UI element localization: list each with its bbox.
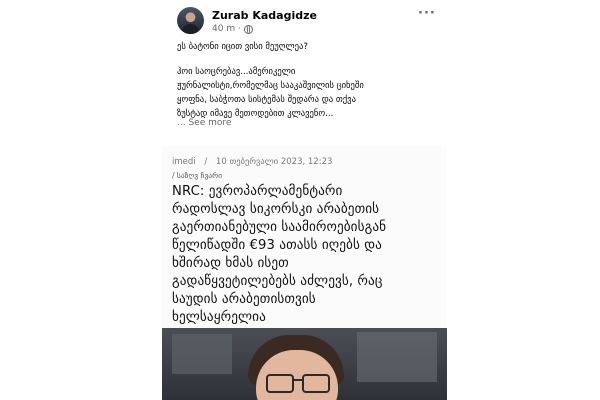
globe-icon bbox=[243, 24, 253, 34]
avatar[interactable] bbox=[177, 7, 204, 34]
article-category[interactable]: საზღვ ჩვარი bbox=[177, 171, 222, 180]
see-more-link[interactable]: ... See more bbox=[177, 118, 231, 128]
post-time[interactable]: 40 m bbox=[212, 24, 235, 34]
headline-line: ხელსაყრელია bbox=[172, 310, 266, 325]
screenshot-panel: Zurab Kadagidze 40 m · ··· ეს ბატონი იცი… bbox=[162, 0, 447, 400]
category-separator: / bbox=[172, 171, 175, 180]
post-author[interactable]: Zurab Kadagidze bbox=[212, 9, 317, 22]
headline-line: NRC: ევროპარლამენტარი bbox=[172, 184, 343, 199]
post-meta: 40 m · bbox=[212, 24, 253, 34]
headline-line: რადოსლავ სიკორსკი არაბეთის bbox=[172, 202, 380, 217]
article-photo bbox=[162, 328, 447, 400]
headline-line: გაერთიანებული საამიროებისგან bbox=[172, 220, 387, 235]
article-category-row: / საზღვ ჩვარი bbox=[172, 171, 222, 180]
post-line: ჰოი საოცრებავ...ამერიკელი bbox=[177, 67, 296, 77]
headline-line: გადაწყვეტილებებს აძლევს, რაც bbox=[172, 274, 383, 289]
article-source[interactable]: imedi bbox=[172, 157, 196, 167]
post-line: ჟურნალისტი,რომელმაც სააკაშვილის ციხეში bbox=[177, 81, 364, 91]
post-line: ყოფნა, საბჭოთა სისტემას შედარა და თქვა bbox=[177, 95, 356, 105]
more-options-icon[interactable]: ··· bbox=[418, 6, 436, 21]
headline-line: წელიწადში €93 ათასს იღებს და bbox=[172, 238, 382, 253]
article-source-row: imedi / 10 თებერვალი 2023, 12:23 bbox=[172, 157, 332, 167]
article-date: 10 თებერვალი 2023, 12:23 bbox=[215, 157, 333, 167]
source-separator: / bbox=[204, 157, 208, 167]
headline-line: ხშირად ხმას ისეთ bbox=[172, 256, 289, 271]
facebook-post: Zurab Kadagidze 40 m · ··· ეს ბატონი იცი… bbox=[162, 0, 447, 146]
headline-line: საუდის არაბეთისთვის bbox=[172, 292, 316, 307]
post-question: ეს ბატონი იცით ვისი მეუღლეა? bbox=[177, 42, 308, 52]
meta-dot: · bbox=[238, 24, 241, 34]
